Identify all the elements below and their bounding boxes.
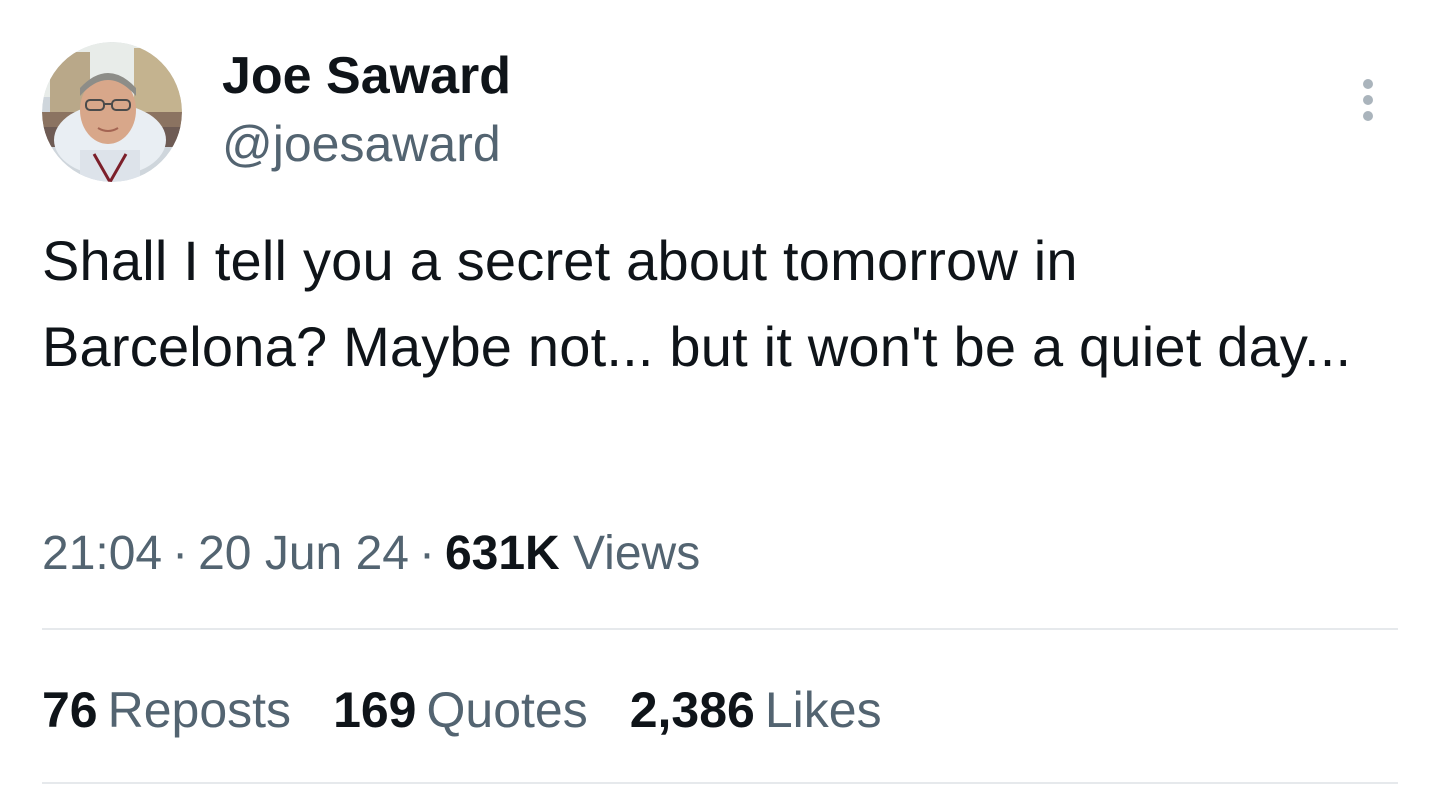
views-count: 631K [444,527,560,580]
more-options-button[interactable] [1346,70,1390,130]
reposts-count: 76 [42,682,98,738]
quotes-count: 169 [333,682,417,738]
more-vertical-icon [1363,79,1373,121]
avatar[interactable] [42,42,182,182]
author-display-name[interactable]: Joe Saward [222,44,511,108]
profile-photo [42,42,182,182]
reposts-label: Reposts [107,682,292,738]
engagement-stats: 76 Reposts 169 Quotes 2,386 Likes [42,678,924,742]
likes-link[interactable]: 2,386 Likes [630,678,882,742]
tweet-text: Shall I tell you a secret about tomorrow… [42,229,1352,378]
views-label: Views [573,527,701,580]
quotes-label: Quotes [426,682,588,738]
divider [42,782,1398,784]
meta-separator: · [172,527,189,580]
tweet-meta: 21:04 · 20 Jun 24 · 631K Views [42,522,700,586]
reposts-link[interactable]: 76 Reposts [42,678,291,742]
likes-count: 2,386 [629,682,755,738]
tweet-date[interactable]: 20 Jun 24 [198,527,409,580]
tweet-card: Joe Saward @joesaward Shall I tell you a… [0,0,1440,785]
quotes-link[interactable]: 169 Quotes [333,678,588,742]
likes-label: Likes [764,682,882,738]
divider [42,628,1398,630]
tweet-time[interactable]: 21:04 [42,527,162,580]
author-handle[interactable]: @joesaward [222,112,501,176]
meta-separator: · [418,527,435,580]
